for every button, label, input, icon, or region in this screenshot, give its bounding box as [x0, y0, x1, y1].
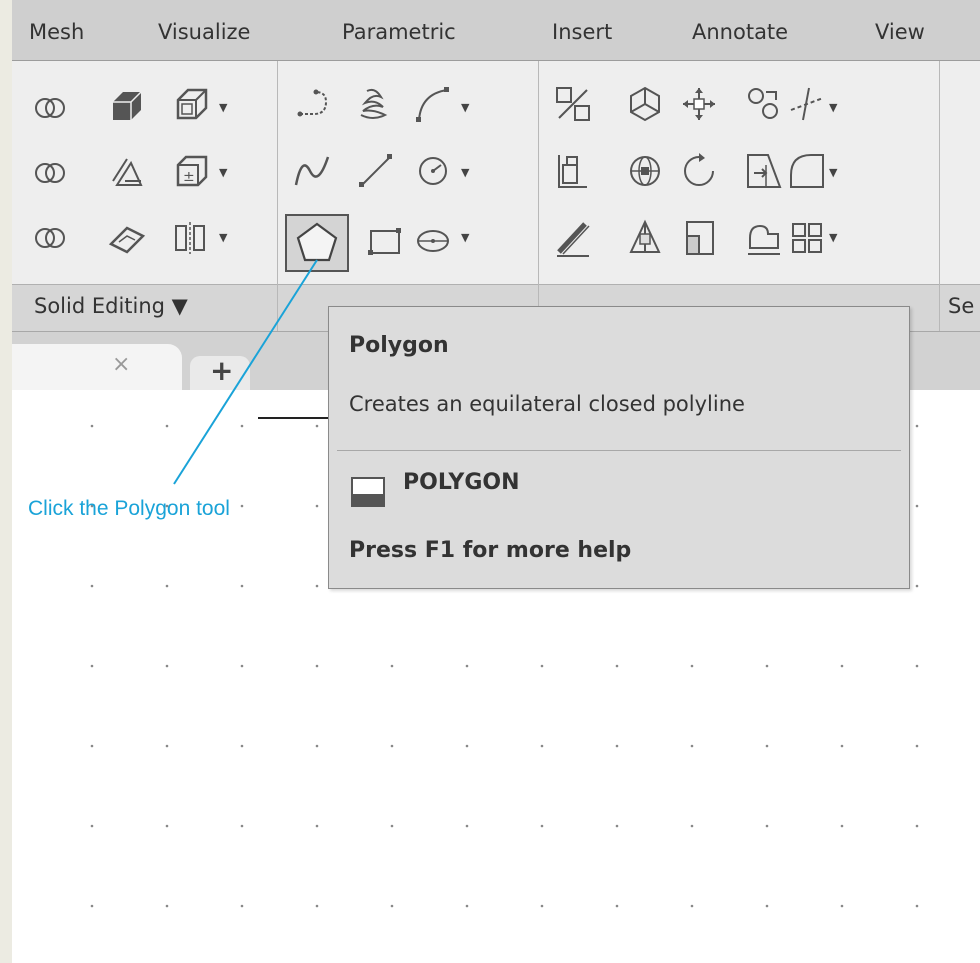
tooltip-help-hint: Press F1 for more help — [349, 538, 632, 563]
callout-label: Click the Polygon tool — [28, 497, 230, 520]
tooltip-title: Polygon — [349, 333, 449, 358]
autocad-window: Mesh Visualize Parametric Insert Annotat… — [12, 0, 980, 963]
tooltip-description: Creates an equilateral closed polyline — [349, 392, 745, 416]
polygon-tooltip: Polygon Creates an equilateral closed po… — [328, 306, 910, 589]
command-line-icon — [351, 477, 385, 507]
tooltip-command-name: POLYGON — [403, 470, 520, 495]
tooltip-divider — [337, 450, 901, 451]
